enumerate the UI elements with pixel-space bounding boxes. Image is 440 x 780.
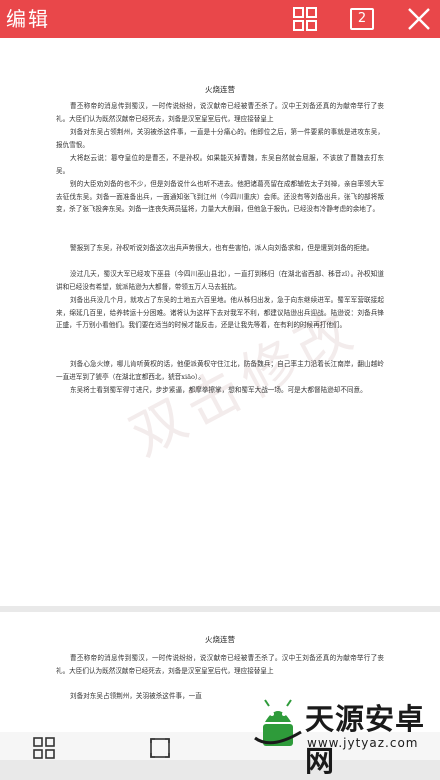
close-button[interactable] [404, 4, 434, 34]
fit-page-button[interactable] [148, 736, 172, 760]
paragraph: 曹丕称帝的消息传到蜀汉，一时传说纷纷，说汉献帝已经被曹丕杀了。汉中王刘备还真的为… [56, 654, 384, 675]
paragraph: 东吴将士看到蜀军得寸进尺，步步紧逼，都摩拳擦掌，想和蜀军大战一场。可是大都督陆逊… [70, 386, 367, 394]
paragraph: 刘备对东吴占领荆州，关羽被杀这件事，一直是十分痛心的。他即位之后，第一件要紧的事… [56, 128, 384, 149]
paragraph: 没过几天，蜀汉大军已经攻下巫县（今四川巫山县北），一直打到秭归（在湖北省西部、秭… [56, 270, 384, 291]
page-count-icon: 2 [350, 8, 374, 30]
page-count-button[interactable]: 2 [346, 4, 376, 34]
site-url: www.jytyaz.com [307, 736, 419, 750]
page-count: 2 [357, 11, 367, 26]
paragraph: 刘备心急火燎，哪儿肯听黄权的话，他便派黄权守住江北，防备魏兵；自己率主力沿着长江… [56, 360, 384, 381]
fit-page-icon [150, 738, 170, 758]
thumbnail-view-button[interactable] [32, 736, 56, 760]
site-watermark-logo: 天源安卓网 www.jytyaz.com [245, 690, 440, 778]
edit-button[interactable]: 编辑 [6, 4, 50, 34]
paragraph: 刘备出兵没几个月，就攻占了东吴的土地五六百里地。他从秭归出发，急于向东继续进军。… [56, 296, 384, 330]
paragraph: 曹丕称帝的消息传到蜀汉，一时传说纷纷，说汉献帝已经被曹丕杀了。汉中王刘备还真的为… [56, 102, 384, 123]
document-title: 火烧连营 [205, 85, 235, 94]
paragraph: 别的大臣劝刘备的也不少，但是刘备说什么也听不进去。他把诸葛亮留在成都辅佐太子刘禅… [56, 180, 384, 214]
paragraph: 大将赵云说：篡夺皇位的是曹丕，不是孙权。如果能灭掉曹魏，东吴自然就会屈服，不该放… [56, 154, 384, 175]
document-page-1[interactable]: 双击修改 火烧连营 曹丕称帝的消息传到蜀汉，一时传说纷纷，说汉献帝已经被曹丕杀了… [0, 38, 440, 606]
android-logo-icon [254, 699, 302, 746]
top-toolbar: 编辑 2 [0, 0, 440, 38]
grid-icon [293, 7, 317, 31]
close-icon [408, 8, 430, 30]
document-title: 火烧连营 [205, 635, 235, 644]
thumbnail-grid-icon [33, 737, 55, 759]
paragraph: 警报到了东吴，孙权听说刘备这次出兵声势很大，也有些害怕，派人向刘备求和，但是遭到… [70, 244, 374, 252]
grid-view-button[interactable] [290, 4, 320, 34]
